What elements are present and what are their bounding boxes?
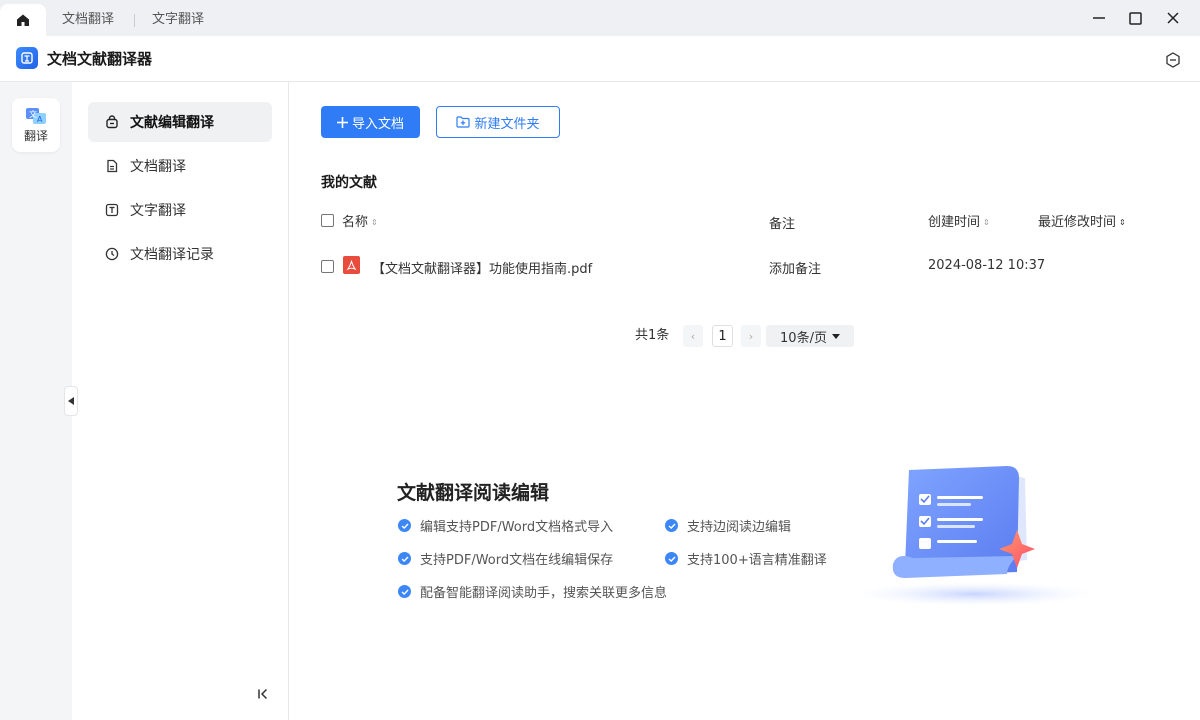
sidebar-item-label: 文档翻译记录 (130, 247, 214, 263)
main-content: 导入文档 新建文件夹 我的文献 名称 ⇕ 备注 创建时间 ⇕ 最近修改时间 ⇕ 【文档… (289, 82, 1200, 720)
next-page-button[interactable]: › (741, 325, 761, 347)
chevron-right-icon: › (748, 329, 754, 343)
check-circle-icon (398, 519, 411, 532)
page-number-button[interactable]: 1 (712, 325, 733, 347)
tab-text-translate[interactable]: 文字翻译 (152, 4, 204, 36)
app-menu-button[interactable] (1163, 50, 1183, 70)
feature-item: 支持100+语言精准翻译 (665, 549, 827, 568)
maximize-button[interactable] (1122, 6, 1148, 30)
pagination-total: 共1条 (635, 328, 670, 343)
feature-text: 支持100+语言精准翻译 (687, 553, 827, 568)
new-folder-button[interactable]: 新建文件夹 (436, 106, 560, 138)
close-icon (1167, 12, 1179, 24)
left-rail: 文 A 翻译 (0, 82, 72, 720)
svg-text:文: 文 (29, 109, 37, 119)
sort-icon: ⇕ (983, 217, 990, 227)
sort-icon: ⇕ (371, 217, 378, 227)
column-modified[interactable]: 最近修改时间 ⇕ (1038, 211, 1126, 230)
bag-icon (104, 114, 120, 130)
page-size-select[interactable]: 10条/页 (766, 325, 854, 347)
sidebar-item-document[interactable]: 文档翻译 (88, 146, 272, 186)
folder-plus-icon (456, 116, 471, 128)
caret-left-icon (68, 397, 74, 405)
caret-down-icon (831, 333, 840, 339)
promo-title: 文献翻译阅读编辑 (397, 482, 550, 504)
table-header: 名称 ⇕ 备注 创建时间 ⇕ 最近修改时间 ⇕ (321, 208, 1161, 232)
app-logo-icon (16, 47, 38, 69)
column-name[interactable]: 名称 ⇕ (342, 211, 378, 230)
sidebar-item-label: 文字翻译 (130, 203, 186, 219)
column-modified-label: 最近修改时间 (1038, 215, 1117, 230)
import-document-button[interactable]: 导入文档 (321, 106, 420, 138)
home-icon (17, 14, 29, 26)
rail-item-translate[interactable]: 文 A 翻译 (12, 98, 60, 152)
close-button[interactable] (1160, 6, 1186, 30)
feature-item: 编辑支持PDF/Word文档格式导入 (398, 516, 613, 535)
column-name-label: 名称 (342, 215, 369, 230)
select-all-checkbox[interactable] (321, 214, 334, 227)
tab-divider (134, 14, 135, 27)
plus-icon (336, 116, 348, 128)
row-file-name[interactable]: 【文档文献翻译器】功能使用指南.pdf (372, 258, 592, 277)
table-row[interactable]: 【文档文献翻译器】功能使用指南.pdf 添加备注 2024-08-12 10:3… (321, 254, 1161, 278)
svg-text:A: A (37, 115, 43, 124)
collapse-left-icon (258, 688, 268, 700)
sidebar-item-label: 文献编辑翻译 (130, 115, 214, 131)
feature-text: 配备智能翻译阅读助手，搜索关联更多信息 (420, 586, 668, 601)
import-document-label: 导入文档 (351, 116, 404, 132)
home-tab[interactable] (0, 4, 46, 36)
feature-item: 支持PDF/Word文档在线编辑保存 (398, 549, 613, 568)
check-circle-icon (398, 552, 411, 565)
scroll-checklist-illustration (857, 466, 1093, 606)
row-checkbox[interactable] (321, 260, 334, 273)
translate-icon: 文 A (26, 107, 46, 124)
check-circle-icon (398, 585, 411, 598)
minimize-icon (1093, 17, 1105, 19)
sidebar-item-literature-edit[interactable]: 文献编辑翻译 (88, 102, 272, 142)
feature-text: 支持PDF/Word文档在线编辑保存 (420, 553, 614, 568)
sort-icon: ⇕ (1119, 217, 1126, 227)
feature-text: 支持边阅读边编辑 (687, 520, 792, 535)
sidebar-item-text[interactable]: 文字翻译 (88, 190, 272, 230)
row-note[interactable]: 添加备注 (769, 258, 821, 277)
rail-toggle-button[interactable] (64, 386, 78, 416)
tab-document-translate[interactable]: 文档翻译 (62, 4, 114, 36)
sidebar-collapse-button[interactable] (253, 684, 273, 704)
row-created: 2024-08-12 10:37 (928, 258, 1046, 273)
chevron-left-icon: ‹ (690, 329, 696, 343)
column-created[interactable]: 创建时间 ⇕ (928, 211, 990, 230)
menu-circle-icon (1166, 52, 1180, 68)
page-size-label: 10条/页 (780, 330, 827, 346)
section-title: 我的文献 (321, 175, 377, 191)
check-circle-icon (665, 552, 678, 565)
rail-item-label: 翻译 (23, 128, 48, 143)
title-bar: 文档翻译 文字翻译 (0, 0, 1200, 36)
column-note: 备注 (769, 217, 796, 232)
feature-item: 配备智能翻译阅读助手，搜索关联更多信息 (398, 582, 667, 601)
new-folder-label: 新建文件夹 (474, 116, 540, 132)
app-header: 文档文献翻译器 (0, 36, 1200, 82)
feature-text: 编辑支持PDF/Word文档格式导入 (420, 520, 614, 535)
sidebar-item-history[interactable]: 文档翻译记录 (88, 234, 272, 274)
document-icon (104, 158, 120, 174)
prev-page-button[interactable]: ‹ (683, 325, 703, 347)
app-title: 文档文献翻译器 (47, 50, 153, 68)
pdf-file-icon (343, 256, 360, 274)
clock-icon (104, 246, 120, 262)
feature-item: 支持边阅读边编辑 (665, 516, 791, 535)
maximize-icon (1128, 11, 1142, 25)
check-circle-icon (665, 519, 678, 532)
minimize-button[interactable] (1086, 6, 1112, 30)
column-created-label: 创建时间 (928, 215, 981, 230)
text-t-icon (104, 202, 120, 218)
sidebar: 文献编辑翻译 文档翻译 文字翻译 文档翻译记录 (72, 82, 289, 720)
sidebar-item-label: 文档翻译 (130, 159, 186, 175)
